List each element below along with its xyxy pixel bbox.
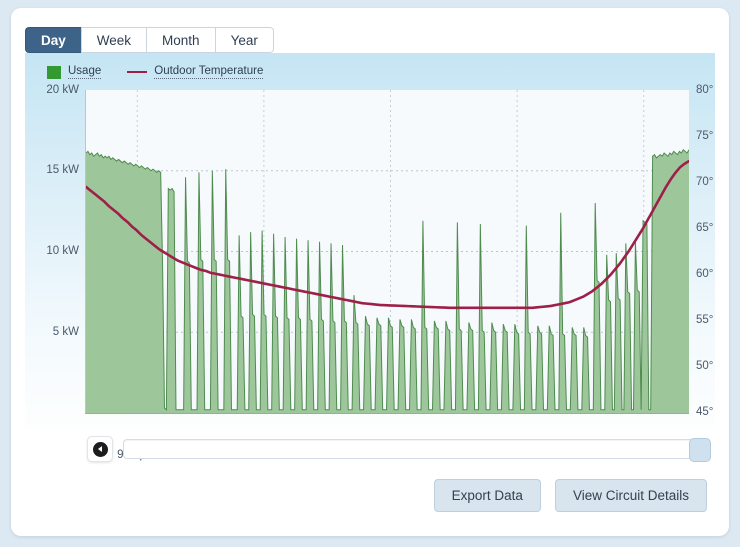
action-buttons: Export Data View Circuit Details	[433, 479, 707, 512]
legend-item-usage[interactable]: Usage	[47, 65, 102, 79]
tab-month[interactable]: Month	[146, 27, 215, 53]
tab-week[interactable]: Week	[80, 27, 147, 53]
usage-temperature-plot[interactable]	[85, 90, 689, 414]
y-axis-tick-10kw: 10 kW	[46, 245, 79, 257]
time-range-slider-track[interactable]	[123, 438, 711, 462]
y2-axis-tick-45: 45°	[696, 406, 714, 418]
y2-axis-tick-70: 70°	[696, 176, 714, 188]
tab-day-label: Day	[41, 32, 66, 48]
arrow-left-glyph	[97, 446, 102, 452]
time-range-slider-handle[interactable]	[689, 438, 711, 462]
view-circuit-details-button[interactable]: View Circuit Details	[554, 479, 707, 512]
y-axis-tick-20kw: 20 kW	[46, 84, 79, 96]
plot-svg	[86, 90, 689, 413]
y2-axis-tick-60: 60°	[696, 268, 714, 280]
tab-week-label: Week	[96, 32, 132, 48]
legend-usage-label: Usage	[68, 65, 102, 79]
temperature-line-icon	[127, 71, 148, 73]
energy-usage-card: Day Week Month Year Usage Outdoor Temper…	[11, 8, 729, 536]
tab-year-label: Year	[230, 32, 258, 48]
tab-month-label: Month	[162, 32, 200, 48]
period-tabstrip: Day Week Month Year	[25, 27, 274, 53]
y-axis-tick-15kw: 15 kW	[46, 164, 79, 176]
y2-axis-tick-80: 80°	[696, 84, 714, 96]
export-data-button[interactable]: Export Data	[433, 479, 541, 512]
chart-panel: Usage Outdoor Temperature 20 kW 15 kW 10…	[25, 53, 715, 461]
usage-swatch-icon	[47, 65, 61, 79]
previous-period-button[interactable]	[87, 436, 113, 462]
chart-legend: Usage Outdoor Temperature	[47, 65, 264, 79]
tab-day[interactable]: Day	[25, 27, 81, 53]
legend-temperature-label: Outdoor Temperature	[154, 65, 264, 79]
tab-year[interactable]: Year	[214, 27, 274, 53]
y-axis-tick-5kw: 5 kW	[52, 326, 79, 338]
y2-axis-tick-50: 50°	[696, 360, 714, 372]
y2-axis-tick-65: 65°	[696, 222, 714, 234]
y2-axis-tick-55: 55°	[696, 314, 714, 326]
temperature-line-path	[86, 159, 689, 310]
legend-item-temperature[interactable]: Outdoor Temperature	[127, 65, 264, 79]
time-range-slider-row	[25, 434, 715, 468]
y2-axis-tick-75: 75°	[696, 130, 714, 142]
arrow-left-icon	[92, 441, 108, 457]
